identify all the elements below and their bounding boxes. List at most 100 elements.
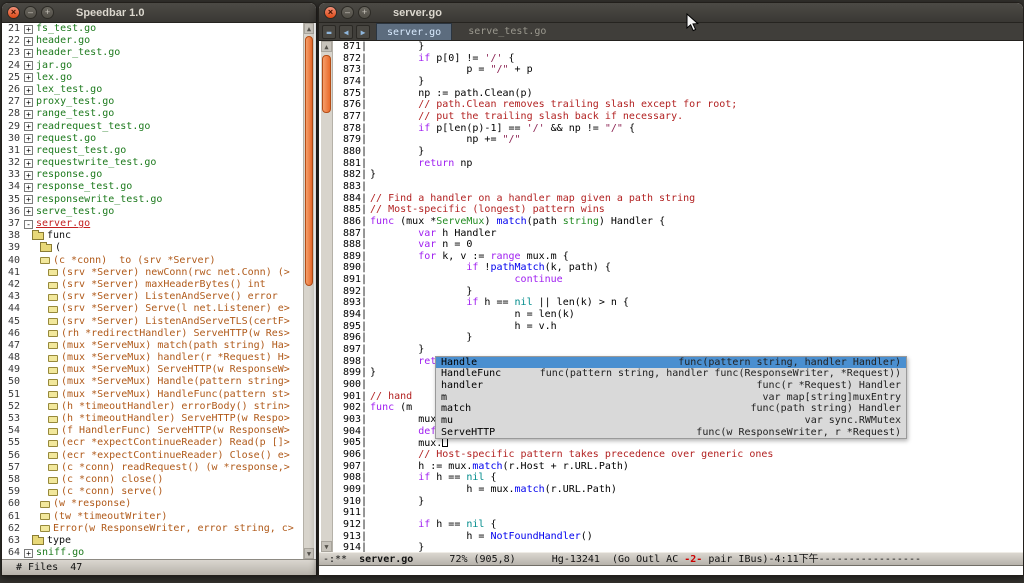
speedbar-item[interactable]: 45(srv *Server) ListenAndServeTLS(certF>: [4, 316, 303, 328]
speedbar-item[interactable]: 60(w *response): [4, 498, 303, 510]
speedbar-item[interactable]: 26+lex_test.go: [4, 84, 303, 96]
speedbar-item[interactable]: 59(c *conn) serve(): [4, 486, 303, 498]
speedbar-item[interactable]: 43(srv *Server) ListenAndServe() error: [4, 291, 303, 303]
scroll-down-icon[interactable]: ▼: [304, 548, 314, 559]
tab-scroll-right-icon[interactable]: ▶: [356, 25, 370, 39]
speedbar-item[interactable]: 25+lex.go: [4, 72, 303, 84]
tab-scroll-left-icon[interactable]: ◀: [339, 25, 353, 39]
speedbar-item[interactable]: 61(tw *timeoutWriter): [4, 511, 303, 523]
expand-icon[interactable]: +: [24, 549, 33, 558]
tabbar-home-icon[interactable]: ▬: [322, 25, 336, 39]
tag-icon[interactable]: [48, 306, 58, 313]
speedbar-scrollbar-thumb[interactable]: [305, 36, 313, 286]
expand-icon[interactable]: +: [24, 49, 33, 58]
speedbar-item[interactable]: 36+serve_test.go: [4, 206, 303, 218]
tag-icon[interactable]: [48, 416, 58, 423]
expand-icon[interactable]: +: [24, 86, 33, 95]
maximize-button[interactable]: +: [358, 6, 371, 19]
minimize-button[interactable]: –: [24, 6, 37, 19]
speedbar-item[interactable]: 35+responsewrite_test.go: [4, 194, 303, 206]
speedbar-item[interactable]: 58(c *conn) close(): [4, 474, 303, 486]
speedbar-item[interactable]: 47(mux *ServeMux) match(path string) Ha>: [4, 340, 303, 352]
speedbar-titlebar[interactable]: × – + Speedbar 1.0: [2, 3, 316, 23]
editor-body[interactable]: ▲ ▼ 871| }872| if p[0] != '/' {873| p = …: [319, 41, 1023, 552]
completion-item[interactable]: matchfunc(path string) Handler: [436, 403, 906, 415]
speedbar-item[interactable]: 34+response_test.go: [4, 181, 303, 193]
completion-item[interactable]: HandleFuncfunc(pattern string, handler f…: [436, 368, 906, 380]
speedbar-item[interactable]: 46(rh *redirectHandler) ServeHTTP(w Res>: [4, 328, 303, 340]
expand-icon[interactable]: +: [24, 207, 33, 216]
tag-icon[interactable]: [48, 282, 58, 289]
speedbar-item[interactable]: 54(f HandlerFunc) ServeHTTP(w ResponseW>: [4, 425, 303, 437]
speedbar-item[interactable]: 23+header_test.go: [4, 47, 303, 59]
tag-icon[interactable]: [48, 367, 58, 374]
maximize-button[interactable]: +: [41, 6, 54, 19]
speedbar-item[interactable]: 40(c *conn) to (srv *Server): [4, 255, 303, 267]
expand-icon[interactable]: +: [24, 183, 33, 192]
speedbar-item[interactable]: 51(mux *ServeMux) HandleFunc(pattern st>: [4, 389, 303, 401]
tag-icon[interactable]: [48, 269, 58, 276]
tag-icon[interactable]: [40, 525, 50, 532]
close-button[interactable]: ×: [324, 6, 337, 19]
expand-icon[interactable]: +: [24, 171, 33, 180]
speedbar-item[interactable]: 63type: [4, 535, 303, 547]
expand-icon[interactable]: +: [24, 146, 33, 155]
speedbar-item[interactable]: 28+range_test.go: [4, 108, 303, 120]
tag-icon[interactable]: [48, 489, 58, 496]
speedbar-item[interactable]: 38func: [4, 230, 303, 242]
expand-icon[interactable]: +: [24, 73, 33, 82]
speedbar-item[interactable]: 52(h *timeoutHandler) errorBody() strin>: [4, 401, 303, 413]
tag-icon[interactable]: [48, 318, 58, 325]
folder-icon[interactable]: [32, 232, 44, 240]
folder-icon[interactable]: [32, 537, 44, 545]
speedbar-item[interactable]: 33+response.go: [4, 169, 303, 181]
speedbar-item[interactable]: 55(ecr *expectContinueReader) Read(p []>: [4, 437, 303, 449]
speedbar-item[interactable]: 50(mux *ServeMux) Handle(pattern string>: [4, 376, 303, 388]
completion-item[interactable]: ServeHTTPfunc(w ResponseWriter, r *Reque…: [436, 427, 906, 439]
autocomplete-popup[interactable]: Handlefunc(pattern string, handler Handl…: [435, 356, 907, 440]
tag-icon[interactable]: [48, 294, 58, 301]
speedbar-item[interactable]: 64+sniff.go: [4, 547, 303, 559]
tab-server-go[interactable]: server.go: [376, 23, 452, 40]
tag-icon[interactable]: [48, 355, 58, 362]
speedbar-item[interactable]: 37-server.go: [4, 218, 303, 230]
tag-icon[interactable]: [40, 513, 50, 520]
completion-item[interactable]: mvar map[string]muxEntry: [436, 392, 906, 404]
expand-icon[interactable]: +: [24, 37, 33, 46]
tag-icon[interactable]: [48, 440, 58, 447]
speedbar-item[interactable]: 30+request.go: [4, 133, 303, 145]
scroll-up-icon[interactable]: ▲: [321, 41, 332, 52]
close-button[interactable]: ×: [7, 6, 20, 19]
tag-icon[interactable]: [48, 477, 58, 484]
completion-item[interactable]: handlerfunc(r *Request) Handler: [436, 380, 906, 392]
tag-icon[interactable]: [40, 257, 50, 264]
speedbar-item[interactable]: 39(: [4, 242, 303, 254]
expand-icon[interactable]: +: [24, 122, 33, 131]
speedbar-item[interactable]: 44(srv *Server) Serve(l net.Listener) e>: [4, 303, 303, 315]
expand-icon[interactable]: +: [24, 98, 33, 107]
folder-icon[interactable]: [40, 244, 52, 252]
speedbar-item[interactable]: 42(srv *Server) maxHeaderBytes() int: [4, 279, 303, 291]
speedbar-item[interactable]: 53(h *timeoutHandler) ServeHTTP(w Respo>: [4, 413, 303, 425]
speedbar-item[interactable]: 49(mux *ServeMux) ServeHTTP(w ResponseW>: [4, 364, 303, 376]
expand-icon[interactable]: +: [24, 25, 33, 34]
speedbar-item[interactable]: 24+jar.go: [4, 60, 303, 72]
minimize-button[interactable]: –: [341, 6, 354, 19]
collapse-icon[interactable]: -: [24, 220, 33, 229]
tag-icon[interactable]: [48, 342, 58, 349]
tab-serve-test-go[interactable]: serve_test.go: [458, 23, 556, 40]
speedbar-item[interactable]: 29+readrequest_test.go: [4, 121, 303, 133]
editor-titlebar[interactable]: × – + server.go: [319, 3, 1023, 23]
tag-icon[interactable]: [48, 452, 58, 459]
speedbar-item[interactable]: 32+requestwrite_test.go: [4, 157, 303, 169]
tag-icon[interactable]: [48, 428, 58, 435]
speedbar-scrollbar[interactable]: ▲ ▼: [303, 23, 314, 559]
speedbar-file-list[interactable]: 21+fs_test.go22+header.go23+header_test.…: [4, 23, 303, 559]
completion-item[interactable]: muvar sync.RWMutex: [436, 415, 906, 427]
editor-scrollbar-thumb[interactable]: [322, 55, 331, 113]
expand-icon[interactable]: +: [24, 61, 33, 70]
scroll-up-icon[interactable]: ▲: [304, 23, 314, 34]
minibuffer[interactable]: [319, 566, 1023, 575]
expand-icon[interactable]: +: [24, 134, 33, 143]
speedbar-item[interactable]: 21+fs_test.go: [4, 23, 303, 35]
